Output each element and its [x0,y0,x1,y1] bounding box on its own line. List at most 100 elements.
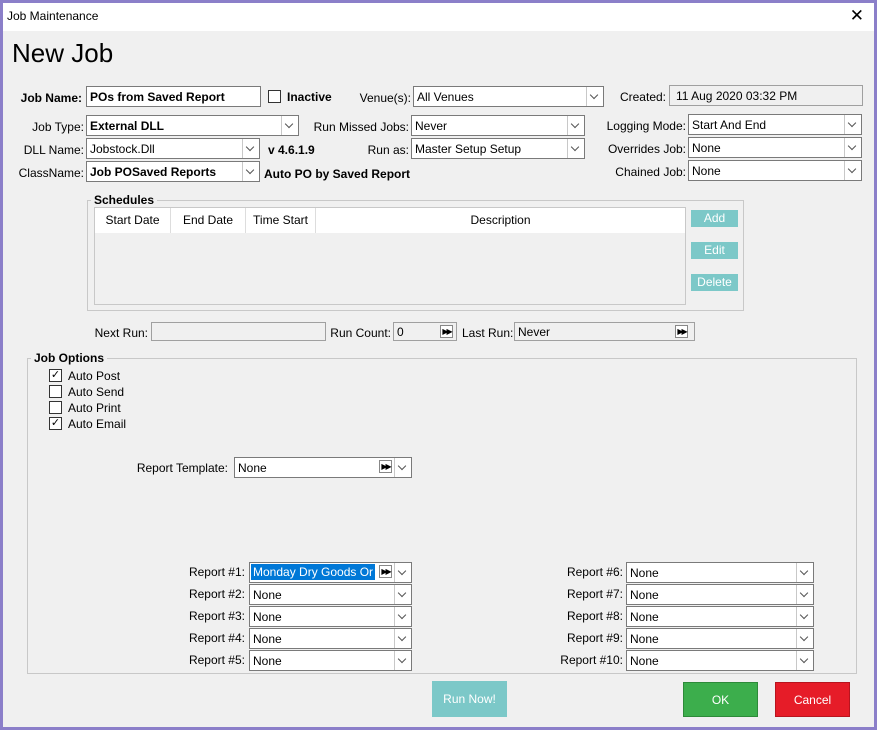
run-now-button[interactable]: Run Now! [432,681,507,717]
report-3-label: Report #3: [188,609,245,623]
report-5-value: None [253,654,282,668]
chevron-down-icon[interactable] [394,563,411,582]
chevron-down-icon[interactable] [567,139,584,158]
overrides-value: None [692,141,721,155]
add-schedule-button[interactable]: Add [691,210,738,227]
report-8-label: Report #8: [566,609,623,623]
run-as-value: Master Setup Setup [415,142,522,156]
col-end-date[interactable]: End Date [171,208,246,233]
ok-button[interactable]: OK [683,682,758,717]
fast-forward-icon[interactable]: ▶▶ [379,565,392,578]
report-6-value: None [630,566,659,580]
job-type-label: Job Type: [32,120,84,134]
report-9-value: None [630,632,659,646]
auto-post-checkbox[interactable]: ✓ [49,369,62,382]
created-field: 11 Aug 2020 03:32 PM [669,85,863,106]
logging-select[interactable]: Start And End [688,114,862,135]
col-time-start[interactable]: Time Start [246,208,316,233]
run-count-value: 0 [397,325,404,339]
auto-send-checkbox[interactable] [49,385,62,398]
chevron-down-icon[interactable] [394,629,411,648]
class-name-label: ClassName: [18,166,84,180]
venues-select[interactable]: All Venues [413,86,604,107]
report-1-value: Monday Dry Goods Or [251,564,376,580]
chevron-down-icon[interactable] [567,116,584,135]
fast-forward-icon[interactable]: ▶▶ [379,460,392,473]
report-6-label: Report #6: [566,565,623,579]
schedules-table[interactable]: Start Date End Date Time Start Descripti… [94,207,686,305]
schedules-header: Start Date End Date Time Start Descripti… [95,208,685,233]
run-count-label: Run Count: [330,326,391,340]
inactive-checkbox[interactable] [268,90,281,103]
chevron-down-icon[interactable] [394,607,411,626]
auto-print-label: Auto Print [68,401,121,415]
report-2-value: None [253,588,282,602]
delete-schedule-button[interactable]: Delete [691,274,738,291]
chained-select[interactable]: None [688,160,862,181]
edit-schedule-button[interactable]: Edit [691,242,738,259]
run-as-select[interactable]: Master Setup Setup [411,138,585,159]
chevron-down-icon[interactable] [844,161,861,180]
dll-name-select[interactable]: Jobstock.Dll [86,138,260,159]
chevron-down-icon[interactable] [242,162,259,181]
chevron-down-icon[interactable] [796,563,813,582]
run-as-label: Run as: [367,143,409,157]
chevron-down-icon[interactable] [796,629,813,648]
report-7-select[interactable]: None [626,584,814,605]
venues-label: Venue(s): [359,91,411,105]
job-options-title: Job Options [31,351,107,365]
dll-name-value: Jobstock.Dll [90,142,155,156]
close-icon[interactable]: ✕ [850,6,864,26]
chevron-down-icon[interactable] [796,585,813,604]
chevron-down-icon[interactable] [586,87,603,106]
fast-forward-icon[interactable]: ▶▶ [675,325,688,338]
col-start-date[interactable]: Start Date [95,208,171,233]
report-2-select[interactable]: None [249,584,412,605]
chevron-down-icon[interactable] [844,138,861,157]
created-label: Created: [619,90,666,104]
next-run-label: Next Run: [94,326,148,340]
chevron-down-icon[interactable] [844,115,861,134]
auto-print-checkbox[interactable] [49,401,62,414]
cancel-button[interactable]: Cancel [775,682,850,717]
report-10-select[interactable]: None [626,650,814,671]
report-7-value: None [630,588,659,602]
chevron-down-icon[interactable] [796,607,813,626]
auto-send-label: Auto Send [68,385,125,399]
report-10-value: None [630,654,659,668]
job-type-select[interactable]: External DLL [86,115,299,136]
report-8-select[interactable]: None [626,606,814,627]
chevron-down-icon[interactable] [242,139,259,158]
schedules-title: Schedules [91,193,158,207]
report-1-select[interactable]: Monday Dry Goods Or ▶▶ [249,562,412,583]
overrides-select[interactable]: None [688,137,862,158]
last-run-field: Never ▶▶ [514,322,695,341]
logging-value: Start And End [692,118,767,132]
dll-name-label: DLL Name: [23,143,84,157]
venues-value: All Venues [417,90,474,104]
chevron-down-icon[interactable] [394,585,411,604]
report-template-select[interactable]: None ▶▶ [234,457,412,478]
report-6-select[interactable]: None [626,562,814,583]
chevron-down-icon[interactable] [281,116,298,135]
report-4-select[interactable]: None [249,628,412,649]
run-missed-value: Never [415,119,448,133]
auto-email-checkbox[interactable]: ✓ [49,417,62,430]
inactive-label: Inactive [287,90,332,104]
run-missed-select[interactable]: Never [411,115,585,136]
job-name-input[interactable]: POs from Saved Report [86,86,261,107]
chevron-down-icon[interactable] [796,651,813,670]
fast-forward-icon[interactable]: ▶▶ [440,325,453,338]
job-name-label: Job Name: [20,91,82,105]
report-9-select[interactable]: None [626,628,814,649]
report-3-select[interactable]: None [249,606,412,627]
report-7-label: Report #7: [566,587,623,601]
report-template-value: None [238,461,267,475]
col-description[interactable]: Description [316,208,685,233]
class-name-select[interactable]: Job POSaved Reports [86,161,260,182]
report-5-select[interactable]: None [249,650,412,671]
chevron-down-icon[interactable] [394,651,411,670]
next-run-field [151,322,326,341]
chevron-down-icon[interactable] [394,458,411,477]
run-count-field: 0 ▶▶ [393,322,457,341]
